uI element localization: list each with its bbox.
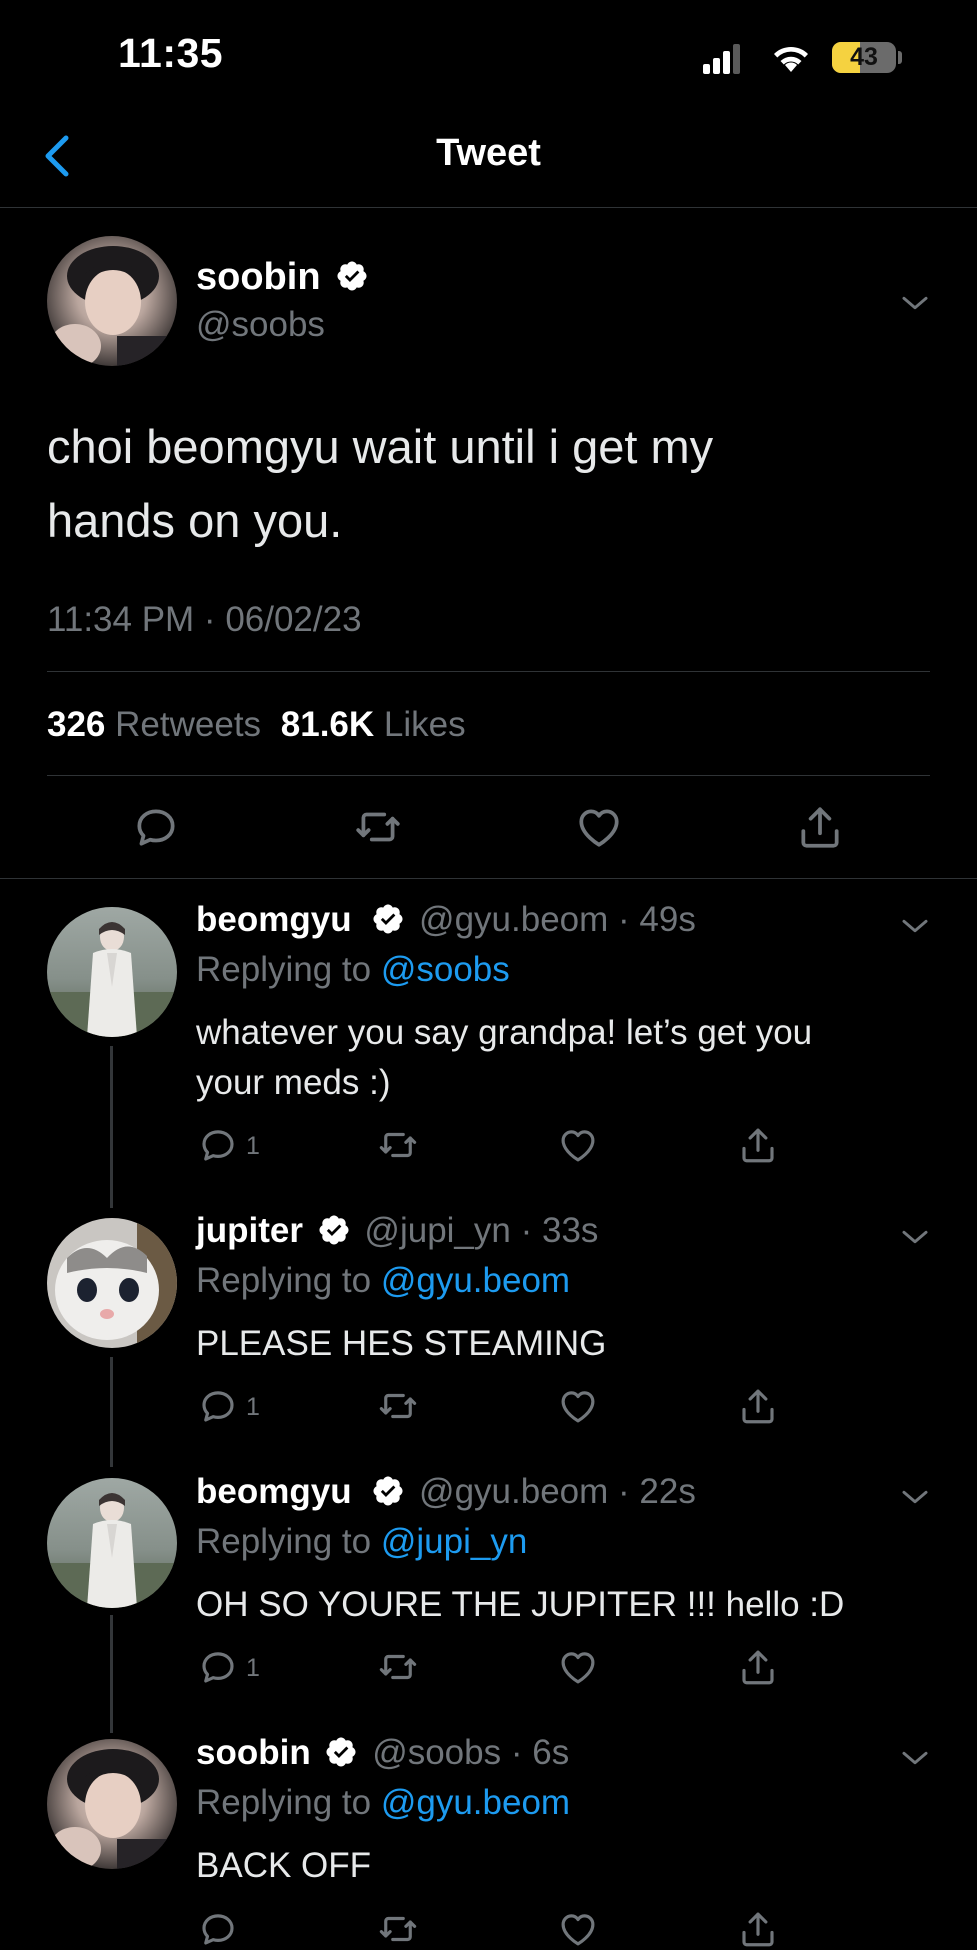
tweet-author: soobin — [196, 256, 369, 299]
share-icon[interactable] — [737, 1908, 779, 1950]
replying-to-label: Replying to — [196, 1522, 372, 1561]
like-icon[interactable] — [574, 802, 624, 852]
verified-badge-icon — [317, 1213, 351, 1247]
wifi-icon — [774, 46, 808, 72]
battery-level: 43 — [850, 43, 878, 71]
nav-divider — [0, 207, 977, 208]
reply-author-name: soobin — [196, 1733, 311, 1772]
reply-count: 1 — [246, 1654, 260, 1682]
reply-text-line: your meds :) — [196, 1063, 391, 1102]
avatar-beomgyu[interactable] — [47, 907, 177, 1037]
tweet-text-line: choi beomgyu wait until i get my — [47, 420, 714, 473]
like-icon[interactable] — [557, 1385, 599, 1427]
reply-text: whatever you say grandpa! let’s get you … — [196, 1008, 812, 1108]
verified-badge-icon — [335, 259, 369, 293]
status-time: 11:35 — [118, 30, 224, 76]
replying-to-label: Replying to — [196, 950, 372, 989]
like-icon[interactable] — [557, 1124, 599, 1166]
share-icon[interactable] — [737, 1124, 779, 1166]
reply-author-name: jupiter — [196, 1211, 303, 1250]
reply-count: 1 — [246, 1393, 260, 1421]
retweets-count[interactable]: 326 — [47, 705, 105, 744]
retweet-icon[interactable] — [377, 1124, 419, 1166]
avatar-soobin[interactable] — [47, 236, 177, 366]
reply-text: PLEASE HES STEAMING — [196, 1324, 607, 1363]
reply-time: · 49s — [618, 900, 696, 939]
page-title: Tweet — [436, 132, 541, 174]
reply-header: soobin @soobs · 6s — [196, 1733, 569, 1773]
reply-icon[interactable] — [197, 1124, 239, 1166]
retweet-icon[interactable] — [377, 1385, 419, 1427]
thread-connector — [110, 1615, 113, 1733]
stats-divider-top — [47, 671, 930, 672]
share-icon[interactable] — [737, 1646, 779, 1688]
replying-to-link[interactable]: @gyu.beom — [381, 1261, 570, 1300]
reply-header: beomgyu @gyu.beom · 49s — [196, 900, 696, 940]
replying-to-link[interactable]: @jupi_yn — [381, 1522, 527, 1561]
thread-connector — [110, 1357, 113, 1467]
tweet-timestamp: 11:34 PM · 06/02/23 — [47, 600, 362, 639]
more-options-chevron-icon[interactable] — [896, 1218, 934, 1256]
stats-divider-bottom — [47, 775, 930, 776]
battery-tip — [898, 51, 902, 64]
tweet-stats: 326 Retweets 81.6K Likes — [47, 705, 466, 745]
likes-label[interactable]: Likes — [384, 705, 466, 744]
main-tweet-divider — [0, 878, 977, 879]
author-name: soobin — [196, 256, 321, 298]
retweet-icon[interactable] — [353, 802, 403, 852]
replying-to-link[interactable]: @soobs — [381, 950, 510, 989]
more-options-chevron-icon[interactable] — [896, 284, 934, 322]
author-handle: @soobs — [196, 305, 325, 344]
reply-icon[interactable] — [197, 1646, 239, 1688]
reply-count: 1 — [246, 1132, 260, 1160]
reply-icon[interactable] — [197, 1385, 239, 1427]
more-options-chevron-icon[interactable] — [896, 907, 934, 945]
replying-to-label: Replying to — [196, 1783, 372, 1822]
reply-icon[interactable] — [197, 1908, 239, 1950]
retweets-label[interactable]: Retweets — [115, 705, 261, 744]
reply-time: · 22s — [618, 1472, 696, 1511]
reply-handle: @jupi_yn — [364, 1211, 511, 1250]
likes-count[interactable]: 81.6K — [281, 705, 374, 744]
reply-time: · 33s — [520, 1211, 599, 1250]
reply-handle: @gyu.beom — [419, 1472, 609, 1511]
avatar-beomgyu[interactable] — [47, 1478, 177, 1608]
reply-text: BACK OFF — [196, 1846, 372, 1885]
verified-badge-icon — [371, 902, 405, 936]
reply-header: jupiter @jupi_yn · 33s — [196, 1211, 598, 1251]
reply-author-name: beomgyu — [196, 900, 352, 939]
tweet-text-line: hands on you. — [47, 494, 343, 547]
more-options-chevron-icon[interactable] — [896, 1478, 934, 1516]
reply-text-line: whatever you say grandpa! let’s get you — [196, 1013, 813, 1052]
reply-header: beomgyu @gyu.beom · 22s — [196, 1472, 696, 1512]
replying-to: Replying to @gyu.beom — [196, 1783, 570, 1823]
replying-to: Replying to @jupi_yn — [196, 1522, 527, 1562]
replying-to-link[interactable]: @gyu.beom — [381, 1783, 570, 1822]
replying-to-label: Replying to — [196, 1261, 372, 1300]
reply-icon[interactable] — [131, 802, 181, 852]
verified-badge-icon — [324, 1735, 358, 1769]
like-icon[interactable] — [557, 1646, 599, 1688]
share-icon[interactable] — [737, 1385, 779, 1427]
tweet-text: choi beomgyu wait until i get my hands o… — [47, 410, 713, 558]
replying-to: Replying to @gyu.beom — [196, 1261, 570, 1301]
verified-badge-icon — [371, 1474, 405, 1508]
like-icon[interactable] — [557, 1908, 599, 1950]
thread-connector — [110, 1046, 113, 1208]
more-options-chevron-icon[interactable] — [896, 1739, 934, 1777]
reply-text: OH SO YOURE THE JUPITER !!! hello :D — [196, 1585, 845, 1624]
avatar-jupiter[interactable] — [47, 1218, 177, 1348]
reply-handle: @soobs — [372, 1733, 502, 1772]
battery-indicator: 43 — [832, 42, 896, 73]
reply-handle: @gyu.beom — [419, 900, 609, 939]
reply-time: · 6s — [510, 1733, 570, 1772]
cellular-signal-icon — [703, 44, 740, 74]
share-icon[interactable] — [795, 802, 845, 852]
retweet-icon[interactable] — [377, 1646, 419, 1688]
reply-author-name: beomgyu — [196, 1472, 352, 1511]
retweet-icon[interactable] — [377, 1908, 419, 1950]
avatar-soobin[interactable] — [47, 1739, 177, 1869]
replying-to: Replying to @soobs — [196, 950, 510, 990]
